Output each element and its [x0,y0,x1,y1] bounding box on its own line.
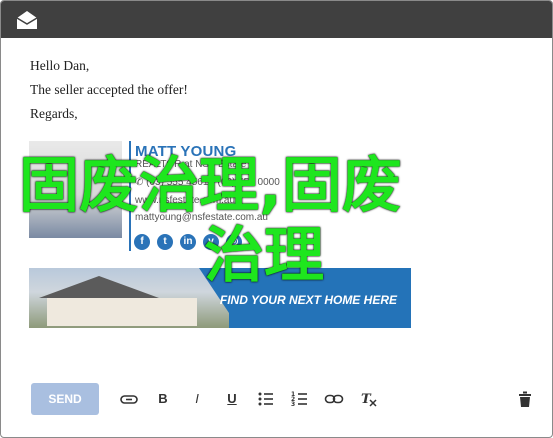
underline-icon[interactable]: U [222,389,242,409]
greeting-text: Hello Dan, [30,58,90,73]
email-compose-window: Hello Dan, The seller accepted the offer… [0,0,553,438]
message-text: The seller accepted the offer! [30,82,188,97]
watermark-overlay: 固废治理,固废 治理 [19,151,539,291]
bullet-list-icon[interactable] [256,389,276,409]
trash-icon[interactable] [515,389,535,409]
numbered-list-icon[interactable]: 123 [290,389,310,409]
bold-icon[interactable]: B [153,389,173,409]
closing-text: Regards, [30,106,78,121]
title-bar [1,1,552,38]
open-envelope-icon [16,11,38,29]
svg-text:3: 3 [291,401,295,408]
link-icon[interactable] [324,389,344,409]
italic-icon[interactable]: I [187,389,207,409]
send-button[interactable]: SEND [31,383,99,415]
compose-toolbar: SEND B I U 123 T [1,373,552,425]
attach-icon[interactable] [119,389,139,409]
watermark-line-2: 治理 [204,221,324,291]
clear-format-icon[interactable]: T [359,389,379,409]
banner-cta-text: FIND YOUR NEXT HOME HERE [219,293,397,307]
watermark-line-1: 固废治理,固废 [19,151,402,221]
